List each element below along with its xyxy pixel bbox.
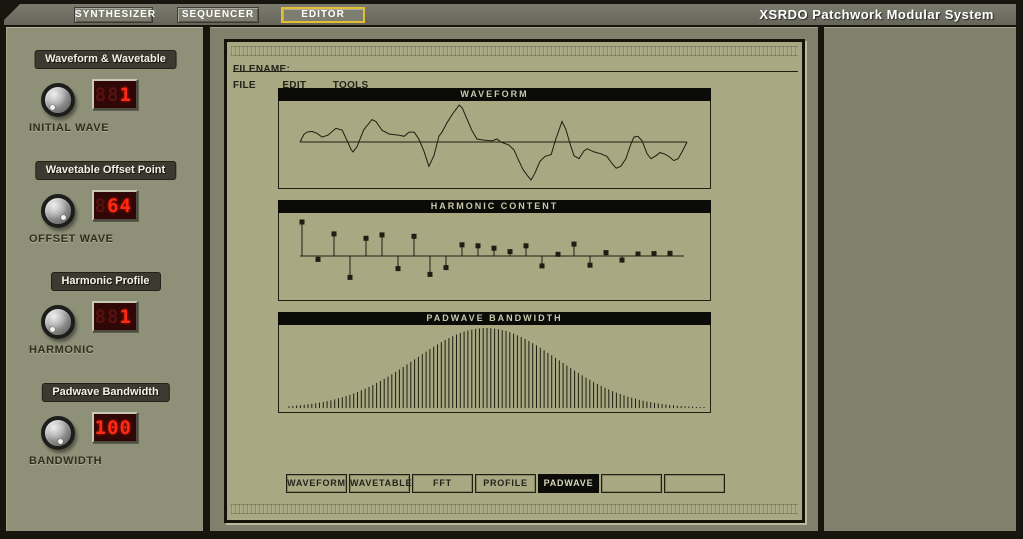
knob-indicator-dot	[49, 326, 55, 332]
led-value: 1	[119, 84, 132, 106]
filename-label: FILENAME:	[233, 64, 291, 75]
section-badge: Padwave Bandwidth	[41, 383, 170, 402]
filename-row: FILENAME:	[233, 59, 798, 75]
editor-window: FILENAME: FILE EDIT TOOLS WAVEFORM HARMO…	[224, 39, 805, 523]
tab-fft[interactable]: FFT	[412, 474, 473, 493]
knob-label: INITIAL WAVE	[29, 122, 110, 134]
bandwidth-knob[interactable]	[41, 416, 75, 450]
sidebar-section-wavetable-offset: Wavetable Offset Point 864 OFFSET WAVE	[7, 161, 204, 265]
offset-wave-display: 864	[92, 190, 138, 221]
harmonic-display: 881	[92, 301, 138, 332]
section-badge: Harmonic Profile	[50, 272, 161, 291]
waveform-plot	[299, 104, 688, 181]
tab-wavetable[interactable]: WAVETABLE	[349, 474, 412, 493]
app-window: SYNTHESIZER SEQUENCER EDITOR XSRDO Patch…	[0, 0, 1023, 539]
knob-label: OFFSET WAVE	[29, 233, 114, 245]
sidebar-section-waveform-wavetable: Waveform & Wavetable 881 INITIAL WAVE	[7, 50, 204, 154]
padwave-panel-title: PADWAVE BANDWIDTH	[278, 312, 711, 325]
led-value: 1	[119, 306, 132, 328]
led-ghost-digits: 8	[94, 195, 108, 217]
top-bar: SYNTHESIZER SEQUENCER EDITOR XSRDO Patch…	[4, 4, 1016, 25]
initial-wave-display: 881	[92, 79, 138, 110]
waveform-panel: WAVEFORM	[278, 88, 711, 189]
section-badge: Wavetable Offset Point	[34, 161, 177, 180]
tab-empty-2[interactable]	[664, 474, 725, 493]
harmonic-panel-title: HARMONIC CONTENT	[278, 200, 711, 213]
sidebar-section-padwave-bandwidth: Padwave Bandwidth 100 BANDWIDTH	[7, 383, 204, 487]
knob-label: BANDWIDTH	[29, 455, 103, 467]
padwave-chart	[278, 325, 711, 413]
editor-button[interactable]: EDITOR	[281, 7, 365, 23]
synthesizer-button[interactable]: SYNTHESIZER	[74, 7, 155, 23]
sidebar-panel: Waveform & Wavetable 881 INITIAL WAVE Wa…	[6, 27, 203, 531]
center-panel: FILENAME: FILE EDIT TOOLS WAVEFORM HARMO…	[210, 27, 818, 531]
tab-padwave[interactable]: PADWAVE	[538, 474, 599, 493]
sequencer-button[interactable]: SEQUENCER	[177, 7, 259, 23]
texture-strip-bottom	[231, 504, 798, 514]
app-title: XSRDO Patchwork Modular System	[759, 7, 994, 22]
knob-label: HARMONIC	[29, 344, 95, 356]
offset-wave-knob[interactable]	[41, 194, 75, 228]
tab-empty-1[interactable]	[601, 474, 662, 493]
led-ghost-digits: 88	[94, 84, 120, 106]
harmonic-content-panel: HARMONIC CONTENT	[278, 200, 711, 301]
view-tabs: WAVEFORM WAVETABLE FFT PROFILE PADWAVE	[286, 474, 725, 493]
texture-strip-top	[231, 46, 798, 56]
tab-profile[interactable]: PROFILE	[475, 474, 536, 493]
right-panel	[824, 27, 1016, 531]
sidebar-section-harmonic-profile: Harmonic Profile 881 HARMONIC	[7, 272, 204, 376]
harmonic-knob[interactable]	[41, 305, 75, 339]
waveform-panel-title: WAVEFORM	[278, 88, 711, 101]
initial-wave-knob[interactable]	[41, 83, 75, 117]
led-ghost-digits: 88	[94, 306, 120, 328]
padwave-bandwidth-panel: PADWAVE BANDWIDTH	[278, 312, 711, 413]
section-badge: Waveform & Wavetable	[34, 50, 177, 69]
menu-file[interactable]: FILE	[233, 80, 256, 91]
tab-waveform[interactable]: WAVEFORM	[286, 474, 347, 493]
padwave-bars-plot	[288, 328, 705, 408]
harmonic-chart	[278, 213, 711, 301]
knob-indicator-dot	[49, 104, 55, 110]
harmonic-stem-plot	[299, 219, 684, 280]
bandwidth-display: 100	[92, 412, 138, 443]
menu-bar: FILE EDIT TOOLS	[233, 75, 391, 91]
led-value: 100	[94, 417, 132, 439]
waveform-chart	[278, 101, 711, 189]
knob-indicator-dot	[60, 215, 66, 221]
knob-indicator-dot	[58, 438, 64, 444]
led-value: 64	[107, 195, 132, 217]
